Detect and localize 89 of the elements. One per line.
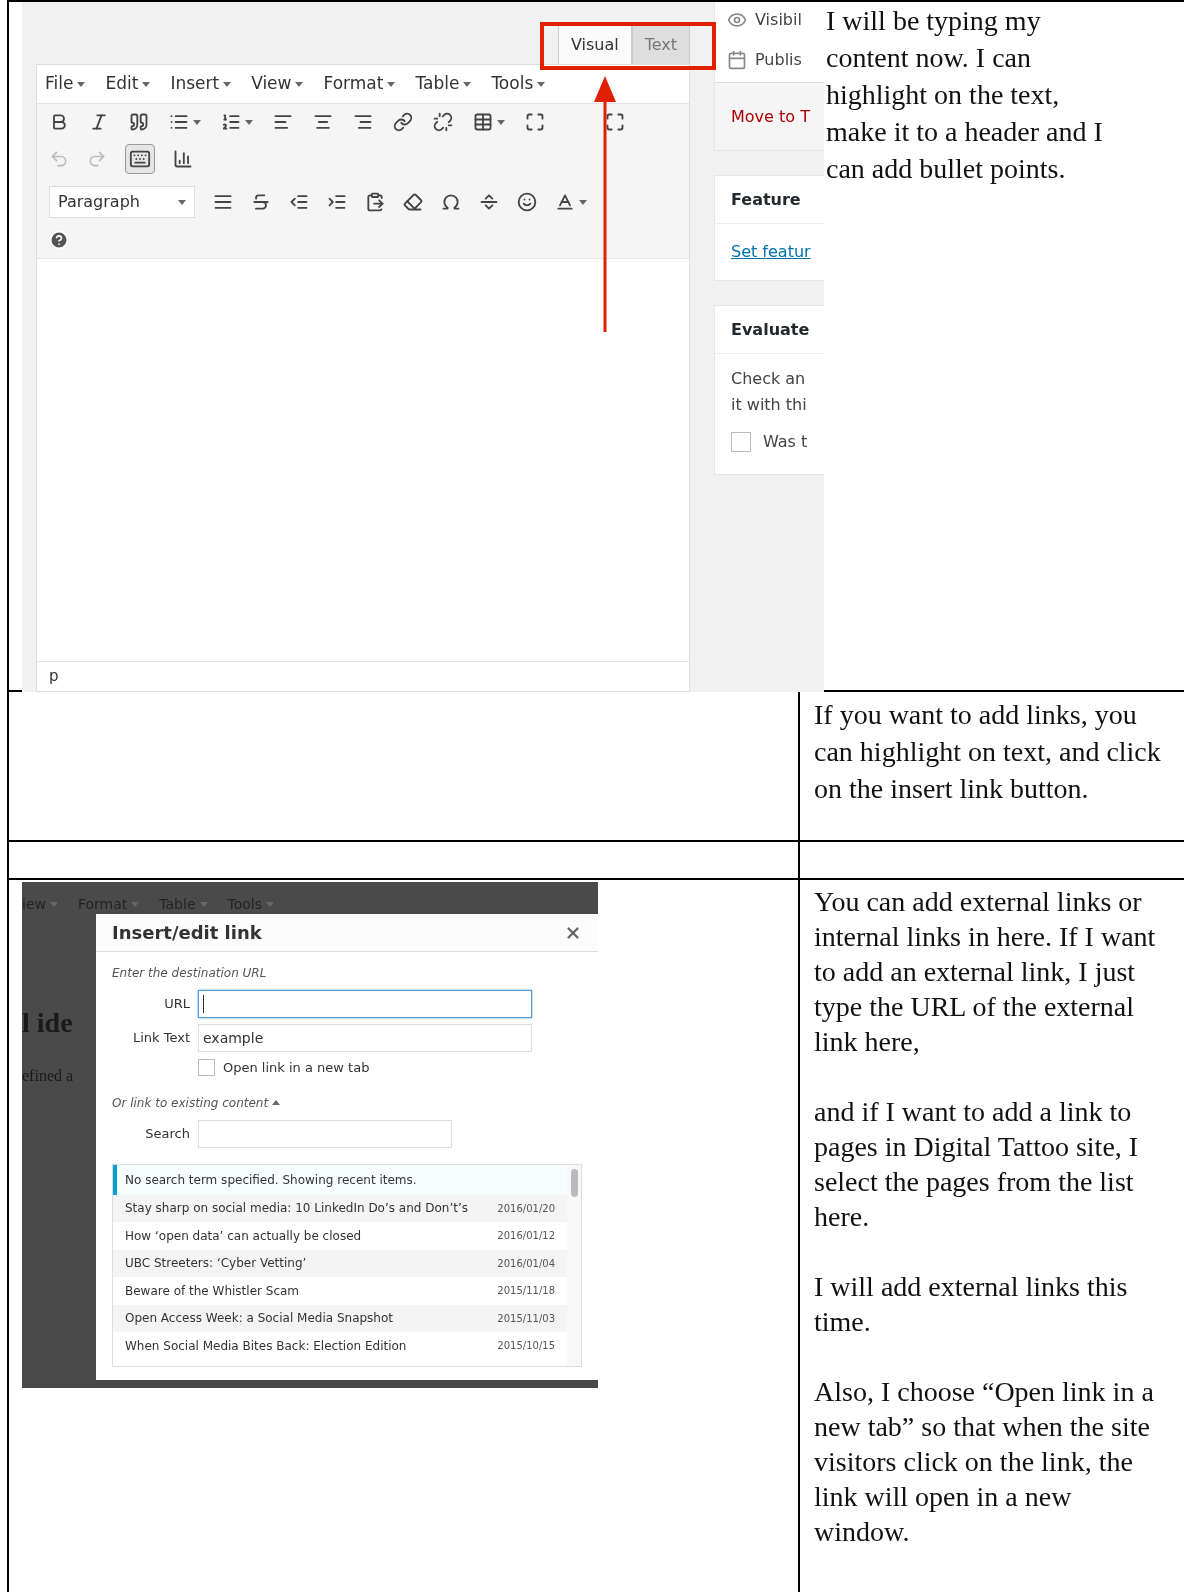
- menu-item[interactable]: File: [45, 71, 86, 97]
- align-center-icon[interactable]: [313, 112, 333, 132]
- caret-icon: [272, 1100, 281, 1105]
- menu-item[interactable]: View: [251, 71, 304, 97]
- result-item[interactable]: Stay sharp on social media: 10 LinkedIn Do’s and Don’t’s 2016/01/20: [113, 1194, 567, 1222]
- field-label: Search: [144, 1124, 190, 1143]
- help-icon[interactable]: [49, 230, 69, 250]
- instruction-text: and if I want to add a link to pages in Digital Tattoo site, I select the pages from the list here.: [814, 1095, 1140, 1234]
- link-icon[interactable]: [393, 112, 413, 132]
- result-date: 2015/10/15: [497, 1339, 555, 1354]
- panel-description: Check an it with thi: [730, 368, 808, 416]
- caret-icon: [497, 119, 505, 125]
- instruction-text: I will be typing my content now. I can highlight on the text, make it to a header and I can add bullet points.: [825, 4, 1104, 186]
- status-path: p: [37, 661, 689, 691]
- link-text-field[interactable]: example: [198, 1024, 532, 1052]
- caret-icon: [193, 119, 201, 125]
- expand-icon[interactable]: [525, 112, 545, 132]
- editor-tab[interactable]: Visual: [557, 24, 632, 64]
- text-color-icon[interactable]: [555, 192, 575, 212]
- checkbox-label: Open link in a new tab: [223, 1059, 370, 1077]
- indent-icon[interactable]: [327, 192, 347, 212]
- quote-icon[interactable]: [129, 112, 149, 132]
- caret-icon: [77, 81, 86, 87]
- smiley-icon[interactable]: [517, 192, 537, 212]
- field-label: Link Text: [131, 1029, 190, 1048]
- checkbox[interactable]: [198, 1059, 215, 1077]
- keyboard-toggle[interactable]: [125, 144, 155, 174]
- numbered-list-icon[interactable]: [221, 112, 241, 132]
- result-date: 2015/11/03: [497, 1311, 555, 1326]
- menu-item[interactable]: Edit: [105, 71, 151, 97]
- result-date: 2016/01/12: [497, 1229, 555, 1244]
- notice-text: No search term specified. Showing recent items.: [113, 1164, 567, 1195]
- scrollbar-thumb[interactable]: [570, 1168, 578, 1197]
- result-date: 2016/01/20: [497, 1201, 555, 1216]
- result-date: 2015/11/18: [497, 1284, 555, 1299]
- unlink-icon[interactable]: [433, 112, 453, 132]
- publish-label: Publis: [755, 49, 802, 71]
- caret-icon: [178, 199, 186, 205]
- format-select[interactable]: Paragraph: [49, 186, 195, 218]
- result-date: 2016/01/04: [497, 1256, 555, 1271]
- caret-icon: [266, 902, 274, 907]
- result-item[interactable]: Open Access Week: a Social Media Snapshot 2015/11/03: [113, 1304, 567, 1332]
- checkbox-label: Was t: [763, 431, 808, 453]
- table-icon[interactable]: [473, 112, 493, 132]
- outdent-icon[interactable]: [289, 192, 309, 212]
- panel-title: Evaluate: [715, 306, 824, 354]
- bullet-list-icon[interactable]: [169, 112, 189, 132]
- dialog-title: Insert/edit link: [112, 921, 262, 945]
- visibility-label: Visibil: [755, 9, 802, 31]
- instruction-text: If you want to add links, you can highlight on text, and click on the insert link button.: [814, 698, 1162, 806]
- result-item[interactable]: UBC Streeters: ‘Cyber Vetting’ 2016/01/04: [113, 1249, 567, 1277]
- set-featured-link[interactable]: Set featur: [731, 240, 811, 264]
- caret-icon: [387, 81, 396, 87]
- checkbox[interactable]: [731, 432, 751, 452]
- eraser-icon[interactable]: [403, 192, 423, 212]
- bar-chart-icon[interactable]: [173, 149, 193, 169]
- instruction-text: Enter the destination URL: [112, 965, 268, 982]
- existing-content-toggle[interactable]: Or link to existing content: [112, 1093, 582, 1112]
- menu-item[interactable]: Tools: [491, 71, 546, 97]
- omega-icon[interactable]: [441, 192, 461, 212]
- field-label: URL: [163, 995, 190, 1014]
- caret-icon: [463, 81, 472, 87]
- caret-icon: [245, 119, 253, 125]
- menu-item[interactable]: Insert: [170, 71, 232, 97]
- caret-icon: [49, 902, 58, 907]
- caret-icon: [199, 902, 208, 907]
- menu-item[interactable]: Table: [415, 71, 472, 97]
- search-field[interactable]: [198, 1119, 452, 1148]
- align-right-icon[interactable]: [353, 112, 373, 132]
- url-field[interactable]: [198, 990, 532, 1018]
- caret-icon: [131, 902, 140, 907]
- caret-icon: [537, 81, 546, 87]
- instruction-text: I will add external links this time.: [814, 1270, 1129, 1339]
- caret-icon: [579, 199, 587, 205]
- caret-icon: [223, 81, 232, 87]
- align-left-icon[interactable]: [273, 112, 293, 132]
- justify-icon[interactable]: [213, 192, 233, 212]
- caret-icon: [295, 81, 304, 87]
- instruction-text: You can add external links or internal links in here. If I want to add an external link, I just type the URL of the external link here,: [814, 885, 1157, 1059]
- caret-icon: [142, 81, 151, 87]
- menu-item[interactable]: Format: [323, 71, 396, 97]
- panel-title: Feature: [715, 176, 824, 224]
- strikethrough-icon[interactable]: [251, 192, 271, 212]
- eye-icon: [727, 10, 747, 30]
- italic-icon[interactable]: [89, 112, 109, 132]
- instruction-text: Also, I choose “Open link in a new tab” so that when the site visitors click on the link, the link will open in a new window.: [814, 1375, 1155, 1549]
- calendar-icon: [727, 50, 747, 70]
- paste-icon[interactable]: [365, 192, 385, 212]
- separator-icon[interactable]: [479, 192, 499, 212]
